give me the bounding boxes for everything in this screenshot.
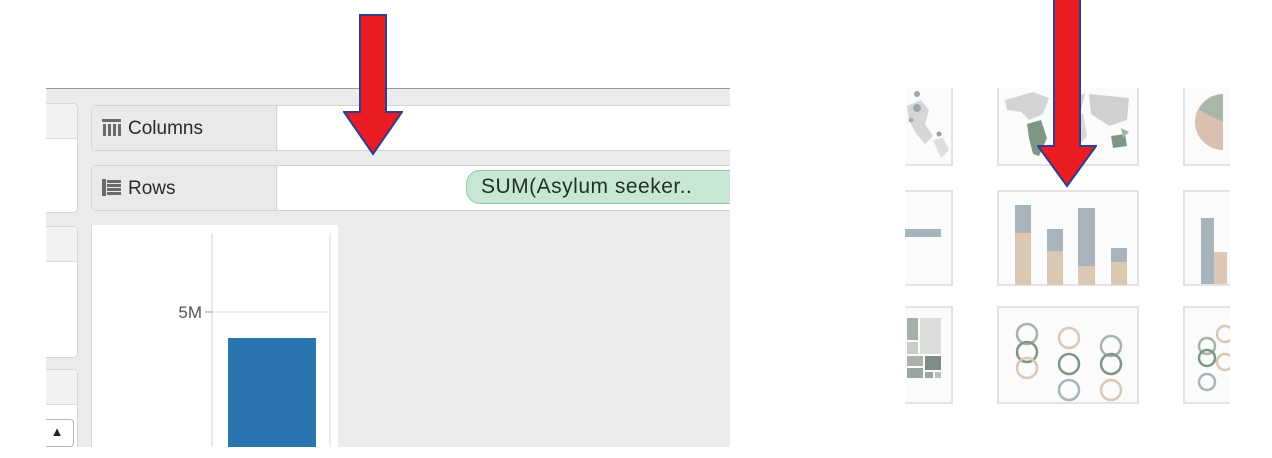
side-by-side-circles-icon: [1197, 324, 1230, 392]
view-pane: 5M: [91, 225, 338, 447]
data-pane-card: [46, 103, 78, 213]
columns-shelf[interactable]: Columns: [91, 105, 730, 151]
stacked-bars-thumbnail[interactable]: [997, 190, 1139, 286]
pages-card: [46, 226, 78, 358]
side-by-side-bars-icon: [1201, 218, 1227, 284]
symbol-map-icon: [907, 91, 949, 158]
pie-chart-thumbnail[interactable]: [1183, 88, 1230, 166]
scroll-up-button[interactable]: ▲: [46, 419, 74, 447]
bar-chart: 5M: [178, 233, 331, 447]
y-tick-label-5m: 5M: [178, 303, 202, 322]
columns-grid-icon: [102, 119, 121, 136]
data-pane-card-header: [46, 104, 77, 139]
horizontal-bars-thumbnail[interactable]: [905, 190, 953, 286]
rows-measure-pill[interactable]: SUM(Asylum seeker..: [466, 170, 730, 204]
side-by-side-circles-thumbnail[interactable]: [1183, 306, 1230, 404]
columns-shelf-label: Columns: [128, 118, 203, 139]
symbol-map-thumbnail[interactable]: [905, 88, 953, 166]
pages-card-header: [46, 227, 77, 262]
measure-bar[interactable]: [228, 338, 316, 447]
rows-shelf[interactable]: Rows SUM(Asylum seeker..: [91, 165, 730, 211]
treemap-thumbnail[interactable]: [905, 306, 953, 404]
rows-drop-area[interactable]: SUM(Asylum seeker..: [278, 166, 730, 210]
horizontal-bars-icon: [905, 229, 941, 237]
rows-list-icon: [102, 179, 121, 196]
red-down-arrow-icon: [343, 14, 403, 156]
side-by-side-bars-thumbnail[interactable]: [1183, 190, 1230, 286]
rows-shelf-label: Rows: [128, 178, 176, 199]
treemap-icon: [907, 318, 941, 378]
filters-card-header: [46, 370, 77, 405]
circle-views-thumbnail[interactable]: [997, 306, 1139, 404]
columns-shelf-title: Columns: [92, 106, 277, 150]
circle-views-icon: [1015, 322, 1123, 402]
stacked-bars-icon: [1015, 205, 1127, 285]
rows-shelf-title: Rows: [92, 166, 277, 210]
red-down-arrow-icon: [1037, 0, 1097, 188]
pie-chart-icon: [1195, 94, 1223, 150]
